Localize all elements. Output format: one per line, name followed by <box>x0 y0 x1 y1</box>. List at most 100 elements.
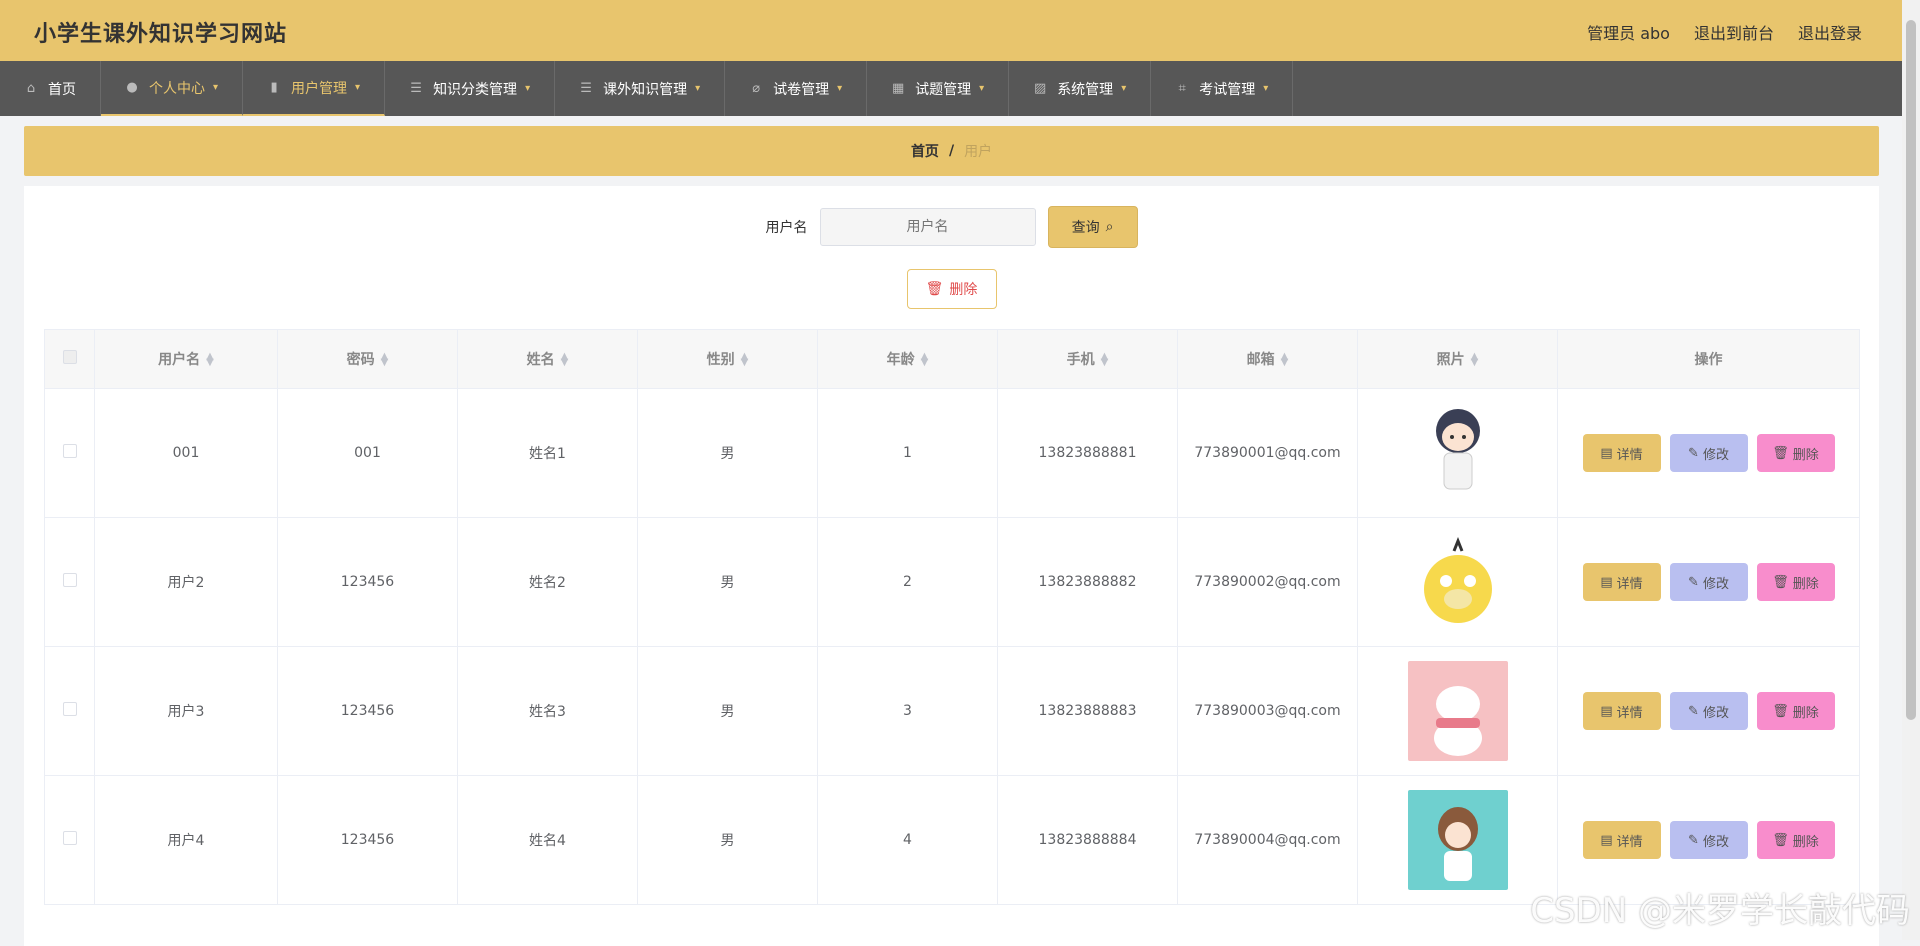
cell-phone: 13823888884 <box>997 775 1178 905</box>
back-to-front-link[interactable]: 退出到前台 <box>1694 20 1774 44</box>
detail-button[interactable]: ▤ 详情 <box>1582 434 1661 472</box>
cell-name: 姓名3 <box>457 646 638 776</box>
watermark: CSDN @米罗学长敲代码 <box>1530 891 1910 931</box>
user-table: 用户名 ▲ ▼ 密码 ▲ ▼ 姓名 ▲ ▼ 性别 ▲ ▼ 年龄 ▲ ▼ 手机 ▲ ▼ 邮箱 ▲ ▼ 照片 ▲ ▼… <box>44 329 1860 905</box>
column-header[interactable]: 用户名 ▲ ▼ <box>94 329 278 389</box>
cell-phone: 13823888881 <box>997 388 1178 518</box>
document-icon: ▤ <box>1600 445 1613 461</box>
nav-user-management[interactable]: ▮ 用户管理 ▾ <box>243 61 386 116</box>
cell-password: 123456 <box>277 775 458 905</box>
cell-email: 773890004@qq.com <box>1177 775 1358 905</box>
sort-icon[interactable]: ▲ ▼ <box>1101 352 1109 368</box>
edit-button[interactable]: ✎ 修改 <box>1669 434 1748 472</box>
detail-button[interactable]: ▤ 详情 <box>1582 821 1661 859</box>
column-header[interactable]: 手机 ▲ ▼ <box>997 329 1178 389</box>
batch-delete-button[interactable]: 🗑 删除 <box>906 269 997 309</box>
row-checkbox[interactable] <box>62 573 77 587</box>
nav-label: 首页 <box>48 81 76 98</box>
breadcrumb-separator: / <box>948 143 955 159</box>
breadcrumb-home[interactable]: 首页 <box>911 141 939 161</box>
scrollbar-thumb[interactable] <box>1906 20 1916 720</box>
trash-icon: 🗑 <box>1772 574 1789 590</box>
site-title: 小学生课外知识学习网站 <box>34 22 288 47</box>
row-checkbox[interactable] <box>62 444 77 458</box>
delete-button[interactable]: 🗑 删除 <box>1756 821 1835 859</box>
pencil-icon: ✎ <box>1688 832 1699 848</box>
column-header[interactable]: 年龄 ▲ ▼ <box>817 329 998 389</box>
chevron-down-icon: ▾ <box>979 83 985 94</box>
sort-icon[interactable]: ▲ ▼ <box>206 352 214 368</box>
nav-extracurricular[interactable]: ☰ 课外知识管理 ▾ <box>555 61 726 116</box>
nav-exams[interactable]: ⌗ 考试管理 ▾ <box>1151 61 1294 116</box>
sort-icon[interactable]: ▲ ▼ <box>921 352 929 368</box>
edit-button[interactable]: ✎ 修改 <box>1669 563 1748 601</box>
crop-icon: ⌗ <box>1178 80 1186 96</box>
edit-button[interactable]: ✎ 修改 <box>1669 692 1748 730</box>
avatar <box>1407 403 1508 503</box>
select-all-checkbox[interactable] <box>62 350 77 364</box>
column-header[interactable]: 照片 ▲ ▼ <box>1357 329 1558 389</box>
nav-home[interactable]: ⌂ 首页 <box>0 61 101 116</box>
row-checkbox[interactable] <box>62 702 77 716</box>
breadcrumb-current: 用户 <box>964 144 993 160</box>
row-checkbox[interactable] <box>62 831 77 845</box>
sort-icon[interactable]: ▲ ▼ <box>381 352 389 368</box>
nav-exam-papers[interactable]: ⌀ 试卷管理 ▾ <box>725 61 868 116</box>
cell-name: 姓名4 <box>457 775 638 905</box>
cell-phone: 13823888882 <box>997 517 1178 647</box>
edit-button[interactable]: ✎ 修改 <box>1669 821 1748 859</box>
cell-password: 001 <box>277 388 458 518</box>
sort-icon[interactable]: ▲ ▼ <box>1281 352 1289 368</box>
document-icon: ▤ <box>1600 832 1613 848</box>
pencil-icon: ✎ <box>1688 445 1699 461</box>
search-button-label: 查询 <box>1071 220 1100 236</box>
detail-button[interactable]: ▤ 详情 <box>1582 692 1661 730</box>
cell-name: 姓名2 <box>457 517 638 647</box>
sort-icon[interactable]: ▲ ▼ <box>1471 352 1479 368</box>
cell-age: 2 <box>817 517 998 647</box>
avatar-boy-image <box>1435 409 1480 490</box>
cell-age: 4 <box>817 775 998 905</box>
chart-icon: ▨ <box>1034 80 1047 96</box>
delete-button[interactable]: 🗑 删除 <box>1756 692 1835 730</box>
table-row: 用户3 123456 姓名3 男 3 13823888883 773890003… <box>44 646 1860 776</box>
column-header[interactable]: 性别 ▲ ▼ <box>637 329 818 389</box>
cell-username: 001 <box>94 388 278 518</box>
nav-label: 知识分类管理 <box>433 81 518 98</box>
delete-button[interactable]: 🗑 删除 <box>1756 563 1835 601</box>
nav-knowledge-category[interactable]: ☰ 知识分类管理 ▾ <box>385 61 556 116</box>
page-scrollbar[interactable] <box>1902 0 1920 940</box>
cell-gender: 男 <box>637 517 818 647</box>
nav-label: 系统管理 <box>1057 81 1114 98</box>
user-icon: ● <box>126 79 138 95</box>
select-all-cell[interactable] <box>44 329 95 389</box>
detail-button[interactable]: ▤ 详情 <box>1582 563 1661 601</box>
sort-icon[interactable]: ▲ ▼ <box>561 352 569 368</box>
sort-icon[interactable]: ▲ ▼ <box>741 352 749 368</box>
chevron-down-icon: ▾ <box>695 83 701 94</box>
cell-email: 773890002@qq.com <box>1177 517 1358 647</box>
list-icon: ☰ <box>410 80 422 96</box>
nav-label: 用户管理 <box>291 80 348 97</box>
column-header[interactable]: 姓名 ▲ ▼ <box>457 329 638 389</box>
nav-questions[interactable]: ▦ 试题管理 ▾ <box>867 61 1010 116</box>
search-input[interactable] <box>819 208 1036 246</box>
nav-system[interactable]: ▨ 系统管理 ▾ <box>1009 61 1152 116</box>
cell-gender: 男 <box>637 646 818 776</box>
trash-icon: 🗑 <box>1772 445 1789 461</box>
nav-personal-center[interactable]: ● 个人中心 ▾ <box>101 61 244 116</box>
column-header[interactable]: 邮箱 ▲ ▼ <box>1177 329 1358 389</box>
logout-link[interactable]: 退出登录 <box>1798 20 1862 44</box>
nav-label: 试卷管理 <box>773 81 830 98</box>
avatar <box>1407 661 1508 761</box>
avatar-girl-image <box>1437 807 1478 881</box>
top-header: 小学生课外知识学习网站 管理员 abo 退出到前台 退出登录 <box>0 0 1902 62</box>
bell-off-icon: ⌀ <box>752 80 761 96</box>
pencil-icon: ✎ <box>1688 574 1699 590</box>
column-header[interactable]: 密码 ▲ ▼ <box>277 329 458 389</box>
trash-icon: 🗑 <box>925 281 944 297</box>
cell-email: 773890003@qq.com <box>1177 646 1358 776</box>
search-button[interactable]: 查询 ⌕ <box>1047 206 1138 248</box>
home-icon: ⌂ <box>26 80 36 96</box>
delete-button[interactable]: 🗑 删除 <box>1756 434 1835 472</box>
